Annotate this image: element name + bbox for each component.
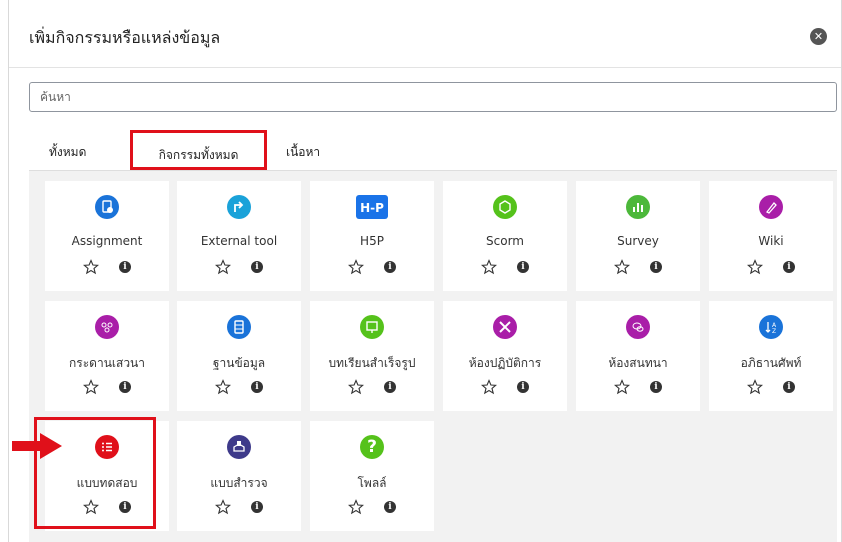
tile-actions: i: [443, 259, 567, 275]
tile-actions: i: [310, 259, 434, 275]
activity-tile-scorm[interactable]: Scorm i: [443, 181, 567, 291]
scorm-icon: [493, 195, 517, 219]
activity-tile-forum[interactable]: กระดานเสวนา i: [45, 301, 169, 411]
info-icon[interactable]: i: [251, 261, 263, 273]
info-icon[interactable]: i: [650, 261, 662, 273]
dialog-title: เพิ่มกิจกรรมหรือแหล่งข้อมูล: [29, 28, 221, 47]
activity-tile-label: Wiki: [758, 234, 784, 248]
activity-tile-choice[interactable]: ? โพลล์ i: [310, 421, 434, 531]
activity-tile-glossary[interactable]: A Z อภิธานศัพท์ i: [709, 301, 833, 411]
activity-tile-label: Scorm: [486, 234, 524, 248]
star-icon[interactable]: [347, 499, 365, 515]
info-icon[interactable]: i: [119, 261, 131, 273]
choice-icon: ?: [360, 435, 384, 459]
activity-tile-label: Survey: [617, 234, 659, 248]
forum-icon: [95, 315, 119, 339]
activity-tile-survey[interactable]: Survey i: [576, 181, 700, 291]
database-icon: [227, 315, 251, 339]
dialog-header: เพิ่มกิจกรรมหรือแหล่งข้อมูล ✕: [9, 0, 841, 68]
tile-actions: i: [709, 259, 833, 275]
info-icon[interactable]: i: [650, 381, 662, 393]
info-icon[interactable]: i: [384, 261, 396, 273]
activity-tile-label: กระดานเสวนา: [69, 356, 145, 370]
wiki-icon: [759, 195, 783, 219]
activity-tile-label: External tool: [200, 234, 278, 248]
red-arrow-icon: [12, 433, 62, 459]
star-icon[interactable]: [480, 259, 498, 275]
activity-tile-feedback[interactable]: แบบสำรวจ i: [177, 421, 301, 531]
star-icon[interactable]: [82, 259, 100, 275]
activity-tile-label: โพลล์: [357, 476, 387, 490]
activity-tile-external-tool[interactable]: External tool i: [177, 181, 301, 291]
search-input[interactable]: [29, 82, 837, 112]
activity-tile-label: แบบสำรวจ: [210, 476, 268, 490]
info-icon[interactable]: i: [384, 501, 396, 513]
feedback-icon: [227, 435, 251, 459]
star-icon[interactable]: [347, 379, 365, 395]
tab-activities[interactable]: กิจกรรมทั้งหมด: [130, 130, 267, 170]
tile-actions: i: [177, 379, 301, 395]
h5p-icon: H-P: [356, 195, 388, 219]
tile-actions: i: [576, 379, 700, 395]
tab-all[interactable]: ทั้งหมด: [49, 143, 86, 162]
activity-tile-label: ห้องสนทนา: [608, 356, 668, 370]
info-icon[interactable]: i: [251, 381, 263, 393]
survey-icon: [626, 195, 650, 219]
tile-actions: i: [576, 259, 700, 275]
tile-actions: i: [177, 259, 301, 275]
star-icon[interactable]: [214, 379, 232, 395]
close-icon[interactable]: ✕: [810, 28, 827, 45]
star-icon[interactable]: [746, 259, 764, 275]
tab-bar: ทั้งหมด กิจกรรมทั้งหมด เนื้อหา: [29, 130, 837, 170]
tile-actions: i: [177, 499, 301, 515]
activity-tile-label: ห้องปฏิบัติการ: [468, 356, 542, 370]
activity-tile-label: ฐานข้อมูล: [212, 356, 266, 370]
star-icon[interactable]: [82, 379, 100, 395]
tile-actions: i: [310, 379, 434, 395]
star-icon[interactable]: [746, 379, 764, 395]
activity-tile-chat[interactable]: ห้องสนทนา i: [576, 301, 700, 411]
glossary-icon: AZ: [759, 315, 783, 339]
activity-tile-label: อภิธานศัพท์: [740, 356, 802, 370]
info-icon[interactable]: i: [517, 261, 529, 273]
info-icon[interactable]: i: [517, 381, 529, 393]
tile-actions: i: [709, 379, 833, 395]
star-icon[interactable]: [480, 379, 498, 395]
info-icon[interactable]: i: [783, 261, 795, 273]
activity-tile-label: H5P: [360, 234, 384, 248]
tile-actions: i: [443, 379, 567, 395]
info-icon[interactable]: i: [384, 381, 396, 393]
activity-tile-wiki[interactable]: Wiki i: [709, 181, 833, 291]
activity-tile-workshop[interactable]: ห้องปฏิบัติการ i: [443, 301, 567, 411]
external-tool-icon: [227, 195, 251, 219]
info-icon[interactable]: i: [783, 381, 795, 393]
activity-tile-label: Assignment: [71, 234, 143, 248]
workshop-icon: [493, 315, 517, 339]
star-icon[interactable]: [214, 259, 232, 275]
tile-actions: i: [45, 379, 169, 395]
tile-actions: i: [310, 499, 434, 515]
lesson-icon: [360, 315, 384, 339]
star-icon[interactable]: [214, 499, 232, 515]
svg-text:Z: Z: [772, 328, 776, 335]
star-icon[interactable]: [613, 379, 631, 395]
activity-tile-database[interactable]: ฐานข้อมูล i: [177, 301, 301, 411]
tab-resources[interactable]: เนื้อหา: [286, 143, 320, 162]
activity-tile-label: บทเรียนสำเร็จรูป: [328, 356, 416, 370]
tile-actions: i: [45, 259, 169, 275]
assignment-icon: [95, 195, 119, 219]
activity-tile-h5p[interactable]: H-P H5P i: [310, 181, 434, 291]
activity-tile-assignment[interactable]: Assignment i: [45, 181, 169, 291]
chat-icon: [626, 315, 650, 339]
info-icon[interactable]: i: [119, 381, 131, 393]
svg-text:H-P: H-P: [360, 201, 384, 215]
star-icon[interactable]: [347, 259, 365, 275]
star-icon[interactable]: [613, 259, 631, 275]
info-icon[interactable]: i: [251, 501, 263, 513]
activity-tile-lesson[interactable]: บทเรียนสำเร็จรูป i: [310, 301, 434, 411]
